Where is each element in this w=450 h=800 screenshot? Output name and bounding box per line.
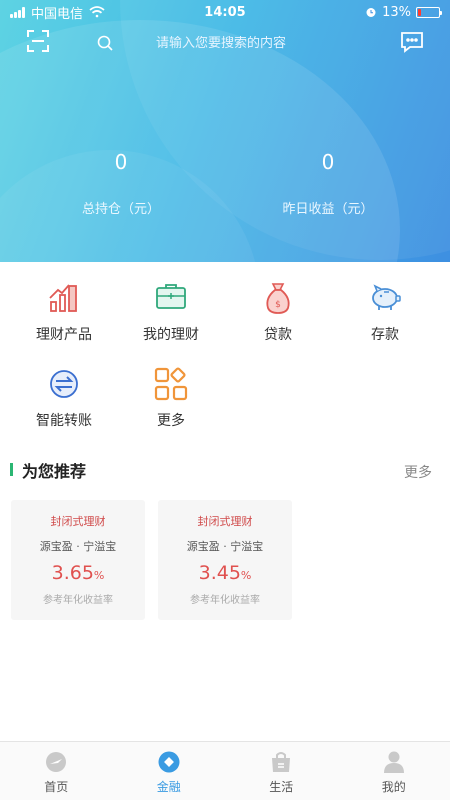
total-holdings-value: 0 bbox=[114, 150, 128, 174]
transfer-icon bbox=[50, 370, 78, 398]
wifi-icon bbox=[89, 6, 105, 18]
profile-icon bbox=[383, 751, 404, 773]
compass-icon bbox=[46, 752, 67, 772]
product-type: 封闭式理财 bbox=[50, 515, 106, 528]
piggy-bank-icon bbox=[372, 284, 401, 310]
search-icon bbox=[97, 35, 113, 51]
section-accent-bar bbox=[10, 463, 13, 476]
search-input[interactable] bbox=[156, 35, 356, 51]
menu-item-smart-transfer[interactable]: 智能转账 bbox=[14, 366, 114, 430]
product-name: 源宝盈 · 宁溢宝 bbox=[39, 540, 117, 553]
product-rate-desc: 参考年化收益率 bbox=[190, 595, 260, 606]
product-rate: 3.45% bbox=[158, 562, 292, 584]
menu-label-loan: 贷款 bbox=[264, 327, 292, 343]
menu-item-more[interactable]: 更多 bbox=[121, 366, 221, 430]
tab-label-finance: 金融 bbox=[156, 780, 181, 794]
bottom-tab-bar: 首页 金融 生活 我的 bbox=[0, 741, 450, 800]
header-banner: 0 总持仓（元） 0 昨日收益（元） bbox=[0, 0, 450, 262]
scan-icon[interactable] bbox=[26, 29, 50, 53]
total-holdings-label: 总持仓（元） bbox=[81, 202, 160, 217]
product-type: 封闭式理财 bbox=[197, 515, 253, 528]
message-icon[interactable] bbox=[400, 31, 424, 53]
money-bag-icon: $ bbox=[266, 283, 290, 314]
tab-label-home: 首页 bbox=[44, 780, 69, 794]
menu-label-wealth-products: 理财产品 bbox=[36, 327, 92, 343]
yesterday-income-label: 昨日收益（元） bbox=[282, 202, 374, 217]
product-card[interactable]: 封闭式理财 源宝盈 · 宁溢宝 3.65% 参考年化收益率 bbox=[11, 500, 145, 620]
top-bar bbox=[0, 28, 450, 60]
yesterday-income-value: 0 bbox=[321, 150, 335, 174]
yesterday-income[interactable]: 0 昨日收益（元） bbox=[268, 150, 388, 217]
menu-label-smart-transfer: 智能转账 bbox=[36, 413, 92, 429]
status-right: 13% bbox=[365, 4, 442, 20]
finance-icon bbox=[158, 751, 180, 773]
tab-mine[interactable]: 我的 bbox=[338, 742, 450, 800]
tab-home[interactable]: 首页 bbox=[0, 742, 113, 800]
life-bag-icon bbox=[272, 752, 291, 772]
status-left: 中国电信 bbox=[10, 3, 105, 22]
tab-label-life: 生活 bbox=[269, 780, 294, 794]
product-rate-desc: 参考年化收益率 bbox=[43, 595, 113, 606]
product-name: 源宝盈 · 宁溢宝 bbox=[186, 540, 264, 553]
product-rate-value: 3.65 bbox=[51, 562, 94, 584]
tab-life[interactable]: 生活 bbox=[225, 742, 338, 800]
menu-label-more: 更多 bbox=[157, 413, 185, 429]
briefcase-icon bbox=[156, 284, 186, 309]
product-rate-unit: % bbox=[93, 569, 105, 582]
tab-finance[interactable]: 金融 bbox=[113, 742, 226, 800]
more-grid-icon bbox=[154, 367, 188, 401]
menu-label-my-wealth: 我的理财 bbox=[143, 327, 199, 343]
menu-item-deposit[interactable]: 存款 bbox=[335, 280, 435, 344]
menu-item-my-wealth[interactable]: 我的理财 bbox=[121, 280, 221, 344]
carrier-name: 中国电信 bbox=[31, 6, 84, 22]
menu-label-deposit: 存款 bbox=[371, 327, 399, 343]
recommend-header: 为您推荐 更多 bbox=[10, 458, 440, 482]
product-rate-unit: % bbox=[240, 569, 252, 582]
signal-icon bbox=[10, 6, 25, 18]
recommend-more-link[interactable]: 更多 bbox=[404, 462, 432, 482]
battery-percent: 13% bbox=[382, 4, 411, 20]
product-rate-value: 3.45 bbox=[198, 562, 241, 584]
alarm-icon bbox=[366, 8, 376, 17]
battery-icon bbox=[416, 6, 442, 18]
menu-item-loan[interactable]: $ 贷款 bbox=[228, 280, 328, 344]
product-card[interactable]: 封闭式理财 源宝盈 · 宁溢宝 3.45% 参考年化收益率 bbox=[158, 500, 292, 620]
search-bar[interactable] bbox=[96, 31, 366, 55]
menu-item-wealth-products[interactable]: 理财产品 bbox=[14, 280, 114, 344]
svg-text:$: $ bbox=[275, 300, 281, 310]
status-bar: 中国电信 14:05 13% bbox=[0, 0, 450, 24]
total-holdings[interactable]: 0 总持仓（元） bbox=[61, 150, 181, 217]
product-rate: 3.65% bbox=[11, 562, 145, 584]
recommend-title: 为您推荐 bbox=[22, 462, 87, 481]
tab-label-mine: 我的 bbox=[381, 780, 406, 794]
chart-growth-icon bbox=[49, 284, 77, 312]
battery-level bbox=[418, 8, 421, 16]
